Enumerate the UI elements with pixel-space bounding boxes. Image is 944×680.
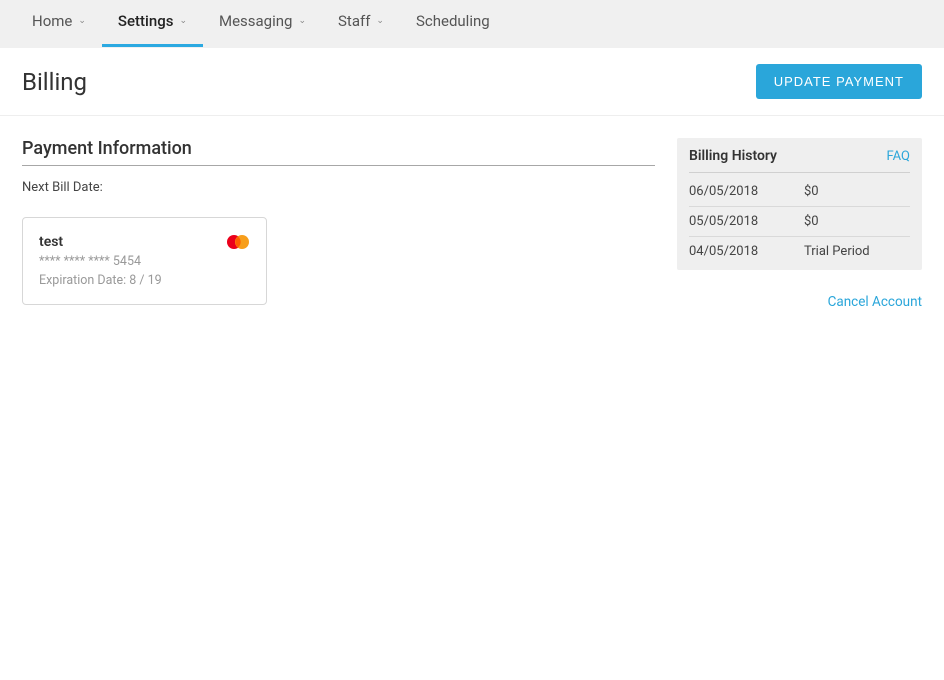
billing-amount: $0 [804,184,819,199]
billing-amount: Trial Period [804,244,870,259]
nav-settings[interactable]: Settings ⌄ [102,0,203,47]
chevron-down-icon: ⌄ [376,16,384,26]
billing-history-row: 04/05/2018 Trial Period [689,237,910,266]
nav-label: Settings [118,12,174,30]
billing-amount: $0 [804,214,819,229]
page-header: Billing UPDATE PAYMENT [0,48,944,116]
cancel-account-link[interactable]: Cancel Account [677,294,922,310]
mastercard-icon [226,234,250,254]
nav-label: Scheduling [416,12,490,30]
chevron-down-icon: ⌄ [298,16,306,26]
billing-date: 06/05/2018 [689,184,764,199]
faq-link[interactable]: FAQ [887,149,910,164]
nav-scheduling[interactable]: Scheduling [400,0,506,44]
billing-history-section: Billing History FAQ 06/05/2018 $0 05/05/… [677,138,922,310]
payment-info-section: Payment Information Next Bill Date: test… [22,138,655,305]
nav-messaging[interactable]: Messaging ⌄ [203,0,322,44]
payment-card: test **** **** **** 5454 Expiration Date… [22,217,267,305]
billing-history-title: Billing History [689,148,777,164]
billing-history-row: 05/05/2018 $0 [689,207,910,237]
billing-history-panel: Billing History FAQ 06/05/2018 $0 05/05/… [677,138,922,270]
billing-history-row: 06/05/2018 $0 [689,177,910,207]
chevron-down-icon: ⌄ [179,16,187,26]
nav-label: Staff [338,12,370,30]
billing-date: 05/05/2018 [689,214,764,229]
nav-home[interactable]: Home ⌄ [16,0,102,44]
card-name: test [39,234,250,250]
page-title: Billing [22,68,87,96]
section-title: Payment Information [22,138,655,166]
card-number: **** **** **** 5454 [39,254,250,269]
top-navigation: Home ⌄ Settings ⌄ Messaging ⌄ Staff ⌄ Sc… [0,0,944,48]
next-bill-date: Next Bill Date: [22,180,655,195]
billing-date: 04/05/2018 [689,244,764,259]
card-expiration: Expiration Date: 8 / 19 [39,273,250,288]
chevron-down-icon: ⌄ [78,16,86,26]
nav-label: Messaging [219,12,292,30]
content-area: Payment Information Next Bill Date: test… [0,116,944,332]
update-payment-button[interactable]: UPDATE PAYMENT [756,64,922,99]
nav-staff[interactable]: Staff ⌄ [322,0,400,44]
nav-label: Home [32,12,72,30]
billing-history-header: Billing History FAQ [689,148,910,173]
